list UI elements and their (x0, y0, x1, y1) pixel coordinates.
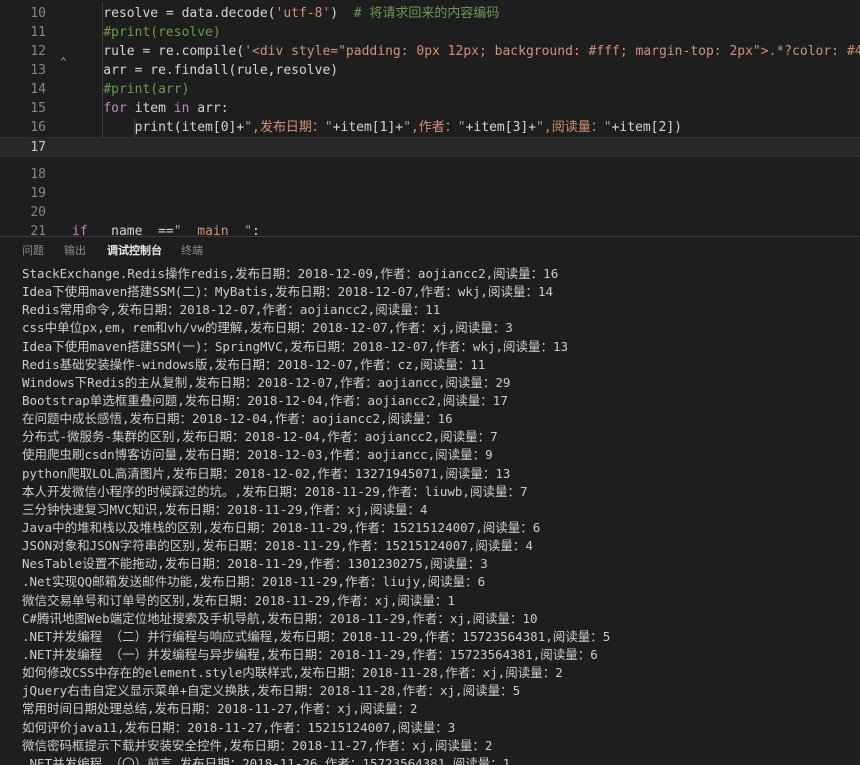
code-line[interactable]: 14 #print(arr) (0, 80, 860, 99)
code-text: arr = re.findall(rule,resolve) (72, 61, 338, 80)
console-line: 在问题中成长感悟,发布日期：2018-12-04,作者：aojiancc2,阅读… (22, 411, 453, 427)
code-text: rule = re.compile('<div style="padding: … (72, 42, 860, 61)
console-line: jQuery右击自定义显示菜单+自定义换肤,发布日期：2018-11-28,作者… (22, 683, 521, 699)
console-line: 如何评价java11,发布日期：2018-11-27,作者：1521512400… (22, 719, 456, 735)
debug-console-output[interactable]: StackExchange.Redis操作redis,发布日期：2018-12-… (22, 265, 860, 765)
code-text: resolve = data.decode('utf-8') # 将请求回来的内… (72, 4, 499, 23)
code-token: rule = re.compile( (72, 44, 245, 59)
code-line[interactable]: 11 #print(resolve) (0, 23, 860, 42)
line-number: 17 (30, 140, 46, 155)
console-line: .Net实现QQ邮箱发送邮件功能,发布日期：2018-11-29,作者：liuj… (22, 574, 486, 590)
console-line: css中单位px,em，rem和vh/vw的理解,发布日期：2018-12-07… (22, 320, 513, 336)
line-number: 10 (30, 6, 46, 21)
line-number: 21 (30, 224, 46, 236)
console-line: C#腾讯地图Web端定位地址搜索及手机导航,发布日期：2018-11-29,作者… (22, 610, 538, 626)
line-number: 14 (30, 82, 46, 97)
console-line: 三分钟快速复习MVC知识,发布日期：2018-11-29,作者：xj,阅读量：4 (22, 501, 428, 517)
tab-problems[interactable]: 问题 (22, 237, 44, 265)
console-line: 微信交易单号和订单号的区别,发布日期：2018-11-29,作者：xj,阅读量：… (22, 592, 455, 608)
code-token: == (158, 224, 174, 236)
code-line[interactable]: 20 (0, 203, 860, 222)
console-line: Idea下使用maven搭建SSM(二)：MyBatis,发布日期：2018-1… (22, 284, 554, 300)
code-line[interactable]: 10 resolve = data.decode('utf-8') # 将请求回… (0, 4, 860, 23)
code-token: arr: (189, 101, 229, 116)
code-token: '<div style="padding: 0px 12px; backgrou… (244, 44, 860, 59)
code-text: print(item[0]+",发布日期："+item[1]+",作者："+it… (72, 118, 682, 137)
code-line[interactable]: 15 for item in arr: (0, 99, 860, 118)
code-token: #print(resolve) (103, 25, 221, 40)
tab-debug-console[interactable]: 调试控制台 (107, 237, 162, 265)
code-line[interactable]: 13 arr = re.findall(rule,resolve) (0, 61, 860, 80)
line-number: 13 (30, 63, 46, 78)
console-line: python爬取LOL高清图片,发布日期：2018-12-02,作者：13271… (22, 465, 511, 481)
code-token: 'utf-8' (275, 6, 331, 21)
code-token: resolve = data.decode( (72, 6, 276, 21)
code-text: if __name__=="__main__": (72, 222, 260, 236)
tab-output[interactable]: 输出 (64, 237, 86, 265)
code-line[interactable]: 16 print(item[0]+",发布日期："+item[1]+",作者："… (0, 118, 860, 137)
code-text: #print(resolve) (72, 23, 221, 42)
code-token: item (126, 101, 174, 116)
console-line: .NET并发编程 （一）并发编程与异步编程,发布日期：2018-11-29,作者… (22, 646, 598, 662)
code-token: __name__ (95, 224, 159, 236)
console-line: Idea下使用maven搭建SSM(一)：SpringMVC,发布日期：2018… (22, 338, 569, 354)
code-token: arr = re.findall(rule,resolve) (72, 63, 339, 78)
code-token: #print(arr) (103, 82, 190, 97)
line-number: 20 (30, 205, 46, 220)
line-number: 19 (30, 186, 46, 201)
code-token: +item[3]+ (465, 120, 537, 135)
line-number: 18 (30, 167, 46, 182)
code-token: # 将请求回来的内容编码 (353, 6, 500, 21)
code-text: #print(arr) (72, 80, 189, 99)
console-line: NesTable设置不能拖动,发布日期：2018-11-29,作者：130123… (22, 556, 488, 572)
console-line: Windows下Redis的主从复制,发布日期：2018-12-07,作者：ao… (22, 374, 511, 390)
console-line: 分布式-微服务-集群的区别,发布日期：2018-12-04,作者：aojianc… (22, 429, 498, 445)
tab-terminal[interactable]: 终端 (181, 237, 203, 265)
console-line: Bootstrap单选框重叠问题,发布日期：2018-12-04,作者：aoji… (22, 392, 508, 408)
console-line: .NET并发编程 （〇）前言,发布日期：2018-11-26,作者：157235… (22, 755, 511, 765)
console-line: 使用爬虫刷csdn博客访问量,发布日期：2018-12-03,作者：aojian… (22, 447, 493, 463)
code-line[interactable]: 12 ⌃ rule = re.compile('<div style="paddi… (0, 42, 860, 68)
code-line[interactable]: 19 (0, 184, 860, 203)
line-number: 12 (30, 44, 46, 59)
code-token: ",阅读量：" (536, 120, 612, 135)
code-line[interactable]: 18 (0, 165, 860, 184)
console-line: Redis常用命令,发布日期：2018-12-07,作者：aojiancc2,阅… (22, 302, 441, 318)
code-editor[interactable]: 10 resolve = data.decode('utf-8') # 将请求回… (0, 0, 860, 236)
code-token: in (173, 101, 190, 116)
line-number: 16 (30, 120, 46, 135)
bottom-panel: 问题 输出 调试控制台 终端 StackExchange.Redis操作redi… (0, 236, 860, 765)
console-line: 如何修改CSS中存在的element.style内联样式,发布日期：2018-1… (22, 665, 563, 681)
code-token: ) (330, 6, 354, 21)
console-line: .NET并发编程 （二）并行编程与响应式编程,发布日期：2018-11-29,作… (22, 628, 611, 644)
code-token: if (72, 224, 88, 236)
console-line: 本人开发微信小程序的时候踩过的坑。,发布日期：2018-11-29,作者：liu… (22, 483, 528, 499)
code-token: for (103, 101, 127, 116)
code-token: "__main__" (173, 224, 253, 236)
console-line: 微信密码框提示下载并安装安全控件,发布日期：2018-11-27,作者：xj,阅… (22, 737, 493, 753)
code-token: : (252, 224, 260, 236)
line-number: 11 (30, 25, 46, 40)
code-token: print(item[0]+ (72, 120, 245, 135)
vscode-window: 10 resolve = data.decode('utf-8') # 将请求回… (0, 0, 860, 765)
console-line: Redis基础安装操作-windows版,发布日期：2018-12-07,作者：… (22, 356, 486, 372)
console-line: StackExchange.Redis操作redis,发布日期：2018-12-… (22, 266, 559, 281)
code-line[interactable]: 21 if __name__=="__main__": (0, 222, 860, 236)
code-line[interactable]: 17 (0, 137, 860, 157)
code-text: for item in arr: (72, 99, 229, 118)
console-line: JSON对象和JSON字符串的区别,发布日期：2018-11-29,作者：152… (22, 538, 533, 554)
line-number: 15 (30, 101, 46, 116)
code-token: ",发布日期：" (244, 120, 333, 135)
panel-tabs: 问题 输出 调试控制台 终端 (0, 237, 860, 265)
console-line: 常用时间日期处理总结,发布日期：2018-11-27,作者：xj,阅读量：2 (22, 701, 418, 717)
console-line: Java中的堆和栈以及堆栈的区别,发布日期：2018-11-29,作者：1521… (22, 519, 541, 535)
code-token: +item[2]) (611, 120, 682, 135)
code-token: ",作者：" (403, 120, 466, 135)
code-token: +item[1]+ (332, 120, 404, 135)
